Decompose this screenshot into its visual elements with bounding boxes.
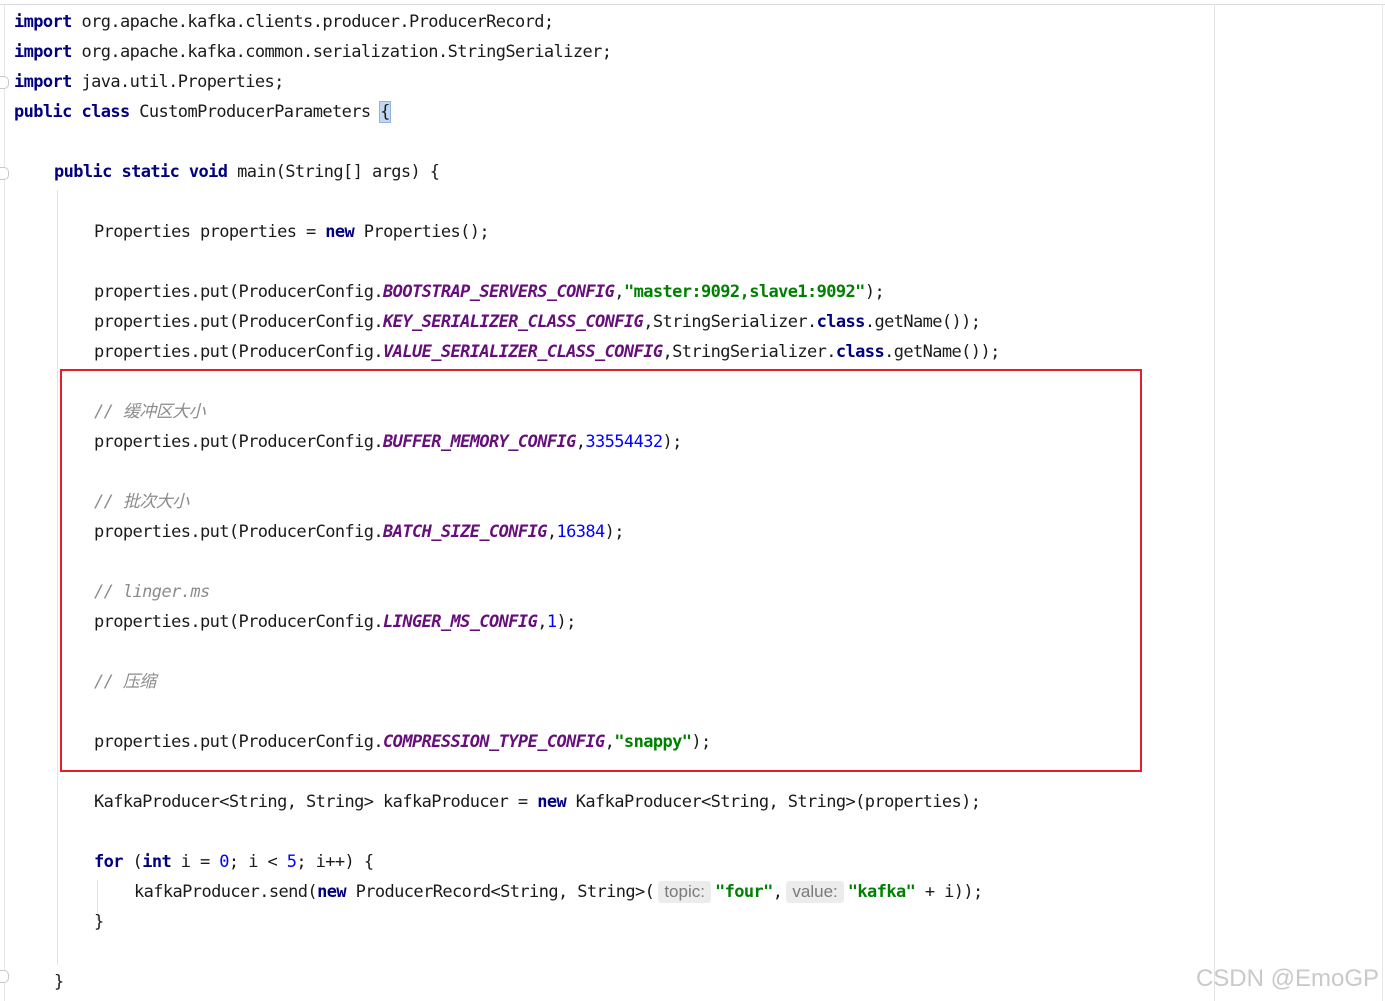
class-declaration[interactable]: public class CustomProducerParameters { (14, 100, 391, 124)
code-text: KafkaProducer<String, String>(properties… (575, 792, 981, 812)
put-prefix: properties.put(ProducerConfig. (94, 312, 384, 332)
code-text: , (772, 882, 783, 902)
code-text: ProducerRecord<String, String>( (355, 882, 655, 902)
keyword-import: import (14, 42, 72, 62)
config-constant: KEY_SERIALIZER_CLASS_CONFIG (383, 312, 644, 332)
code-text: i = (171, 852, 220, 872)
send-call-line[interactable]: kafkaProducer.send(new ProducerRecord<St… (134, 880, 983, 904)
gutter-divider (4, 4, 5, 1001)
code-text: , (662, 342, 673, 362)
import-line[interactable]: import org.apache.kafka.common.serializa… (14, 40, 612, 64)
number-literal: 5 (286, 852, 297, 872)
config-line-value-serializer[interactable]: properties.put(ProducerConfig.VALUE_SERI… (94, 340, 1000, 364)
keyword-for: for (94, 852, 124, 872)
import-line[interactable]: import org.apache.kafka.clients.producer… (14, 10, 554, 34)
keyword-class: class (816, 312, 866, 332)
code-editor[interactable]: import org.apache.kafka.clients.producer… (0, 0, 1385, 1001)
code-text: , (643, 312, 653, 332)
class-modifiers: public class (14, 102, 130, 122)
config-line-bootstrap[interactable]: properties.put(ProducerConfig.BOOTSTRAP_… (94, 280, 885, 304)
config-line-key-serializer[interactable]: properties.put(ProducerConfig.KEY_SERIAL… (94, 310, 981, 334)
import-line[interactable]: import java.util.Properties; (14, 70, 284, 94)
keyword-import: import (14, 72, 72, 92)
right-margin-guide (1214, 4, 1215, 1001)
code-text: .getName()); (884, 342, 1000, 362)
class-name: CustomProducerParameters (139, 102, 371, 122)
parameter-hint-value: value: (786, 881, 844, 903)
main-method-declaration[interactable]: public static void main(String[] args) { (54, 160, 440, 184)
producer-declaration[interactable]: KafkaProducer<String, String> kafkaProdu… (94, 790, 981, 814)
keyword-class: class (835, 342, 885, 362)
fold-marker-icon[interactable] (0, 167, 9, 180)
code-text: , (614, 282, 624, 302)
code-text: kafkaProducer.send( (134, 882, 318, 902)
indent-guide (57, 190, 58, 965)
code-text: ( (122, 852, 143, 872)
config-constant: BOOTSTRAP_SERVERS_CONFIG (383, 282, 615, 302)
code-text: StringSerializer. (652, 312, 817, 332)
fold-marker-icon[interactable] (0, 970, 9, 983)
keyword-new: new (537, 792, 567, 812)
editor-top-border (0, 4, 1385, 5)
code-text: StringSerializer. (672, 342, 836, 362)
for-loop-header[interactable]: for (int i = 0; i < 5; i++) { (94, 850, 374, 874)
code-text: ; i < (228, 852, 287, 872)
class-open-brace: { (379, 101, 391, 123)
string-literal: "four" (714, 882, 773, 902)
method-modifiers: public static void (54, 162, 228, 182)
string-literal: "master:9092,slave1:9092" (623, 282, 865, 302)
code-text: .getName()); (864, 312, 981, 332)
fold-marker-icon[interactable] (0, 76, 9, 89)
editor-right-edge (1382, 4, 1383, 1001)
import-path: java.util.Properties; (81, 72, 284, 92)
watermark: CSDN @EmoGP (1195, 965, 1379, 992)
keyword-new: new (325, 222, 355, 242)
code-text: Properties properties = (94, 222, 326, 242)
keyword-int: int (142, 852, 172, 872)
code-text: + i)); (915, 882, 983, 902)
import-path: org.apache.kafka.clients.producer.Produc… (81, 12, 554, 32)
method-signature: main(String[] args) (237, 162, 421, 182)
string-literal: "kafka" (847, 882, 916, 902)
code-text: ); (864, 282, 885, 302)
config-constant: VALUE_SERIALIZER_CLASS_CONFIG (383, 342, 663, 362)
highlight-annotation-box (60, 369, 1142, 772)
put-prefix: properties.put(ProducerConfig. (94, 342, 384, 362)
put-prefix: properties.put(ProducerConfig. (94, 282, 384, 302)
keyword-import: import (14, 12, 72, 32)
code-text: ; i++) { (296, 852, 374, 872)
main-close-brace: } (54, 972, 64, 992)
keyword-new: new (317, 882, 347, 902)
code-text: KafkaProducer<String, String> kafkaProdu… (94, 792, 538, 812)
for-close-brace: } (94, 912, 104, 932)
number-literal: 0 (219, 852, 229, 872)
properties-declaration[interactable]: Properties properties = new Properties()… (94, 220, 490, 244)
parameter-hint-topic: topic: (658, 881, 711, 903)
method-open-brace: { (429, 162, 440, 182)
code-text: Properties(); (363, 222, 490, 242)
import-path: org.apache.kafka.common.serialization.St… (81, 42, 612, 62)
